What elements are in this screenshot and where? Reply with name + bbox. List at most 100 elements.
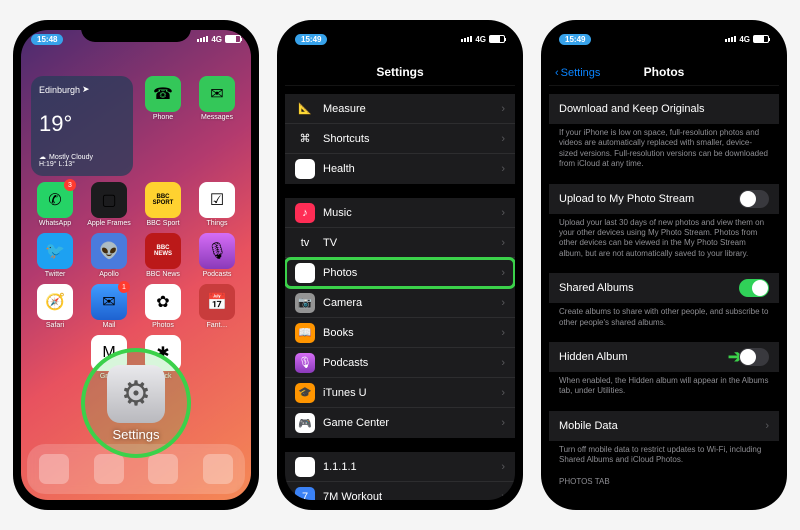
row-label: iTunes U [323, 387, 501, 399]
status-right: 4G [461, 35, 505, 44]
home-screen: 15:48 4G Edinburgh ➤19°☁Mostly CloudyH:1… [21, 30, 251, 500]
row-label: Download and Keep Originals [559, 103, 769, 115]
app-twitter[interactable]: 🐦Twitter [31, 233, 79, 278]
row-icon: 🎙 [295, 353, 315, 373]
row-shared-albums[interactable]: Shared Albums [549, 273, 779, 303]
phone-home: 15:48 4G Edinburgh ➤19°☁Mostly CloudyH:1… [13, 20, 259, 510]
dock-app[interactable] [148, 454, 178, 484]
row-label: Measure [323, 103, 501, 115]
battery-icon [225, 35, 241, 43]
chevron-right-icon: › [501, 327, 505, 339]
notch [345, 20, 455, 42]
app-messages[interactable]: ✉ Messages [193, 76, 241, 176]
app-safari[interactable]: 🧭Safari [31, 284, 79, 329]
settings-row-shortcuts[interactable]: ⌘Shortcuts› [285, 124, 515, 154]
row-hidden-album[interactable]: Hidden Album➔ [549, 342, 779, 372]
row-icon: 🎓 [295, 383, 315, 403]
row-icon: 🎮 [295, 413, 315, 433]
app-label: WhatsApp [39, 220, 71, 227]
app-things[interactable]: ☑Things [193, 182, 241, 227]
settings-group: ①1.1.1.1›77M Workout›◉ActivityTracker›◬A… [285, 452, 515, 500]
app-label: Safari [46, 322, 64, 329]
settings-highlight[interactable]: ⚙ Settings [81, 348, 191, 458]
app-icon: BBCNEWS [145, 233, 181, 269]
row-icon: tv [295, 233, 315, 253]
chevron-right-icon: › [501, 491, 505, 501]
toggle-switch[interactable] [739, 348, 769, 366]
row-label: Shared Albums [559, 282, 739, 294]
nav-header: ‹Settings Photos [549, 48, 779, 86]
app-icon: ✉ [199, 76, 235, 112]
row-label: Books [323, 327, 501, 339]
app-label: Apple Frames [87, 220, 131, 227]
app-apollo[interactable]: 👽Apollo [85, 233, 133, 278]
row-icon: ✿ [295, 263, 315, 283]
settings-row-game-center[interactable]: 🎮Game Center› [285, 408, 515, 438]
row-download-and-keep-originals[interactable]: Download and Keep Originals [549, 94, 779, 124]
row-icon: 📐 [295, 99, 315, 119]
battery-icon [753, 35, 769, 43]
location-icon: ➤ [82, 84, 90, 95]
app-icon: ✆3 [37, 182, 73, 218]
settings-icon: ⚙ [107, 365, 165, 423]
app-apple-frames[interactable]: ▢ Apple Frames [85, 182, 133, 227]
settings-group: Mobile Data› [549, 411, 779, 441]
app-icon: ▢ [91, 182, 127, 218]
settings-list[interactable]: 📐 Measure › ⌘Shortcuts›❤Health› ♪Music› tv TV ›… [285, 86, 515, 500]
app-mail[interactable]: ✉1Mail [85, 284, 133, 329]
row-upload-to-my-photo-stream[interactable]: Upload to My Photo Stream [549, 184, 779, 214]
app-phone[interactable]: ☎Phone [139, 76, 187, 176]
settings-row-camera[interactable]: 📷Camera› [285, 288, 515, 318]
row-label: 1.1.1.1 [323, 461, 501, 473]
dock-app[interactable] [39, 454, 69, 484]
app-label: Messages [201, 114, 233, 121]
chevron-right-icon: › [501, 417, 505, 429]
settings-row-photos[interactable]: ✿Photos› [285, 258, 515, 288]
phone-photos-settings: 15:49 4G ‹Settings Photos Download and K… [541, 20, 787, 510]
settings-row-books[interactable]: 📖Books› [285, 318, 515, 348]
chevron-right-icon: › [501, 163, 505, 175]
app-bbc-sport[interactable]: BBCSPORTBBC Sport [139, 182, 187, 227]
row-label: Camera [323, 297, 501, 309]
settings-row-measure[interactable]: 📐Measure› [285, 94, 515, 124]
settings-row-itunes-u[interactable]: 🎓iTunes U› [285, 378, 515, 408]
footer-text: Create albums to share with other people… [549, 303, 779, 328]
page-title: Photos [644, 65, 685, 79]
app-fant-[interactable]: 📅Fant… [193, 284, 241, 329]
weather-widget[interactable]: Edinburgh ➤19°☁Mostly CloudyH:19° L:13° [31, 76, 133, 176]
settings-row-7m-workout[interactable]: 77M Workout› [285, 482, 515, 500]
settings-row-health[interactable]: ❤Health› [285, 154, 515, 184]
app-podcasts[interactable]: 🎙Podcasts [193, 233, 241, 278]
photos-settings-screen: 15:49 4G ‹Settings Photos Download and K… [549, 30, 779, 500]
row-mobile-data[interactable]: Mobile Data› [549, 411, 779, 441]
status-time: 15:49 [559, 34, 591, 45]
weather-highlow: H:19° L:13° [39, 161, 125, 168]
back-button[interactable]: ‹Settings [555, 67, 600, 79]
app-label: Phone [153, 114, 173, 121]
app-icon: ☑ [199, 182, 235, 218]
row-label: TV [323, 237, 501, 249]
dock-app[interactable] [203, 454, 233, 484]
row-label: Podcasts [323, 357, 501, 369]
photos-settings-list[interactable]: Download and Keep OriginalsIf your iPhon… [549, 86, 779, 500]
app-icon: ✿ [145, 284, 181, 320]
status-right: 4G [725, 35, 769, 44]
battery-icon [489, 35, 505, 43]
network-label: 4G [475, 35, 486, 44]
dock-app[interactable] [94, 454, 124, 484]
settings-row-podcasts[interactable]: 🎙Podcasts› [285, 348, 515, 378]
settings-row-1-1-1-1[interactable]: ①1.1.1.1› [285, 452, 515, 482]
chevron-left-icon: ‹ [555, 67, 559, 79]
app-whatsapp[interactable]: ✆3 WhatsApp [31, 182, 79, 227]
signal-icon [197, 36, 208, 42]
toggle-switch[interactable] [739, 190, 769, 208]
settings-row-music[interactable]: ♪Music› [285, 198, 515, 228]
chevron-right-icon: › [501, 207, 505, 219]
app-photos[interactable]: ✿Photos [139, 284, 187, 329]
settings-row-tv[interactable]: tvTV› [285, 228, 515, 258]
row-icon: ① [295, 457, 315, 477]
app-label: Podcasts [203, 271, 232, 278]
toggle-switch[interactable] [739, 279, 769, 297]
app-bbc-news[interactable]: BBCNEWSBBC News [139, 233, 187, 278]
app-icon: 📅 [199, 284, 235, 320]
